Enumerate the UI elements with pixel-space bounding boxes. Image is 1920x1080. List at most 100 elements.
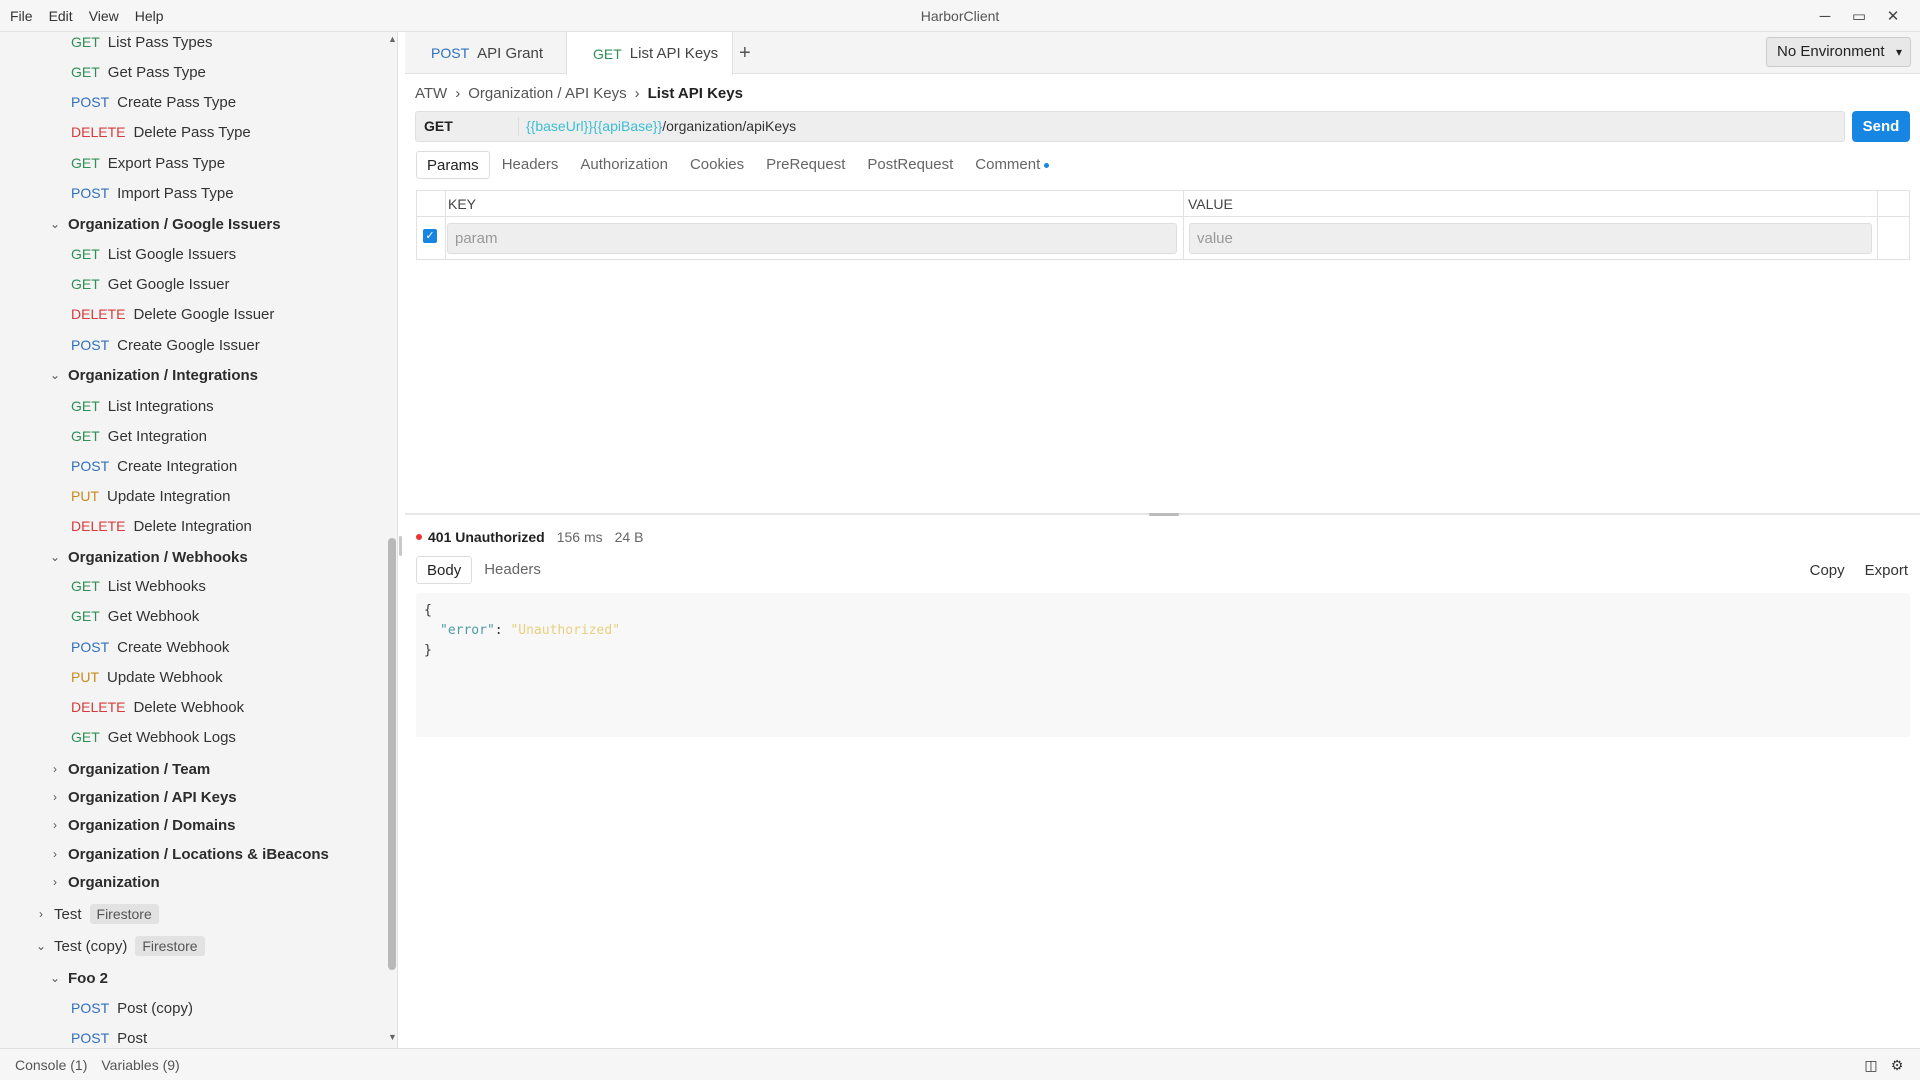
param-key-input[interactable]: param bbox=[447, 223, 1177, 254]
chevron-right-icon[interactable]: › bbox=[48, 790, 62, 804]
menu-file[interactable]: File bbox=[10, 8, 33, 24]
request-method: GET bbox=[71, 64, 100, 80]
collection-label: Test (copy) bbox=[54, 937, 128, 955]
breadcrumb-item[interactable]: ATW bbox=[415, 85, 447, 102]
response-body[interactable]: { "error": "Unauthorized" } bbox=[416, 593, 1910, 737]
console-button[interactable]: Console (1) bbox=[15, 1057, 87, 1073]
sidebar-folder-item[interactable]: ⌄ Organization / Integrations bbox=[48, 361, 258, 389]
pane-resize-handle[interactable] bbox=[1149, 513, 1179, 516]
variables-button[interactable]: Variables (9) bbox=[101, 1057, 179, 1073]
sidebar-resize-handle[interactable] bbox=[399, 536, 402, 556]
response-actions: Copy Export bbox=[1790, 556, 1908, 584]
copy-button[interactable]: Copy bbox=[1810, 562, 1845, 579]
sidebar-request-item[interactable]: POST Create Pass Type bbox=[71, 88, 236, 116]
menu-bar: File Edit View Help bbox=[10, 0, 180, 32]
sidebar-request-item[interactable]: PUT Update Integration bbox=[71, 482, 230, 510]
method-select[interactable]: GET bbox=[424, 112, 524, 141]
menu-help[interactable]: Help bbox=[135, 8, 164, 24]
request-label: Create Webhook bbox=[117, 638, 230, 656]
breadcrumb: ATW › Organization / API Keys › List API… bbox=[415, 82, 743, 104]
sidebar-folder-item[interactable]: › Organization bbox=[48, 868, 160, 896]
sidebar-request-item[interactable]: GET Get Google Issuer bbox=[71, 270, 230, 298]
minimize-icon[interactable]: ─ bbox=[1808, 8, 1842, 25]
folder-label: Organization / API Keys bbox=[68, 788, 237, 806]
sidebar-folder-item[interactable]: › Organization / API Keys bbox=[48, 783, 237, 811]
tab-postrequest[interactable]: PostRequest bbox=[857, 151, 963, 179]
tab-api-grant[interactable]: POST API Grant bbox=[405, 32, 565, 74]
divider bbox=[1183, 191, 1184, 259]
sidebar-folder-item[interactable]: ⌄ Organization / Webhooks bbox=[48, 543, 248, 571]
sidebar-folder-item[interactable]: › Organization / Locations & iBeacons bbox=[48, 840, 329, 868]
chevron-down-icon[interactable]: ⌄ bbox=[48, 971, 62, 985]
sidebar-request-item[interactable]: DELETE Delete Webhook bbox=[71, 693, 244, 721]
chevron-down-icon[interactable]: ⌄ bbox=[48, 550, 62, 564]
request-label: Get Webhook bbox=[107, 607, 200, 625]
tab-list-api-keys[interactable]: GET List API Keys bbox=[566, 32, 733, 75]
menu-edit[interactable]: Edit bbox=[49, 8, 73, 24]
chevron-right-icon[interactable]: › bbox=[48, 847, 62, 861]
sidebar-request-item[interactable]: POST Create Google Issuer bbox=[71, 331, 260, 359]
sidebar-collection-item[interactable]: ⌄ Test (copy) Firestore bbox=[34, 932, 205, 960]
sidebar-request-item[interactable]: POST Post (copy) bbox=[71, 994, 193, 1022]
sidebar-scroll-thumb[interactable] bbox=[388, 538, 396, 970]
chevron-right-icon[interactable]: › bbox=[34, 907, 48, 921]
request-label: Get Webhook Logs bbox=[107, 728, 236, 746]
sidebar-request-item[interactable]: GET Get Webhook bbox=[71, 602, 199, 630]
sidebar-folder-item[interactable]: › Organization / Team bbox=[48, 755, 210, 783]
tab-comment-label: Comment bbox=[975, 156, 1041, 173]
sidebar-collection-item[interactable]: › Test Firestore bbox=[34, 900, 159, 928]
tab-response-headers[interactable]: Headers bbox=[474, 556, 551, 584]
sidebar-request-item[interactable]: DELETE Delete Google Issuer bbox=[71, 300, 274, 328]
url-path: /organization/apiKeys bbox=[662, 118, 797, 134]
tab-prerequest[interactable]: PreRequest bbox=[756, 151, 855, 179]
tab-authorization[interactable]: Authorization bbox=[570, 151, 678, 179]
breadcrumb-item[interactable]: Organization / API Keys bbox=[468, 85, 626, 102]
sidebar-request-item[interactable]: GET Get Pass Type bbox=[71, 58, 206, 86]
tab-cookies[interactable]: Cookies bbox=[680, 151, 754, 179]
tab-headers[interactable]: Headers bbox=[492, 151, 569, 179]
sidebar-request-item[interactable]: GET List Integrations bbox=[71, 392, 214, 420]
sidebar-request-item[interactable]: POST Import Pass Type bbox=[71, 179, 234, 207]
tab-response-body[interactable]: Body bbox=[416, 556, 473, 584]
param-enabled-checkbox[interactable]: ✓ bbox=[423, 229, 437, 243]
sidebar-request-item[interactable]: GET Export Pass Type bbox=[71, 149, 225, 177]
chevron-down-icon[interactable]: ⌄ bbox=[48, 368, 62, 382]
sidebar-request-item[interactable]: GET List Google Issuers bbox=[71, 240, 236, 268]
sidebar-request-item[interactable]: DELETE Delete Integration bbox=[71, 512, 252, 540]
chevron-right-icon[interactable]: › bbox=[48, 762, 62, 776]
url-input[interactable]: {{baseUrl}}{{apiBase}}/organization/apiK… bbox=[526, 112, 796, 141]
request-method: POST bbox=[71, 458, 110, 474]
close-icon[interactable]: ✕ bbox=[1876, 7, 1910, 25]
chevron-down-icon[interactable]: ⌄ bbox=[34, 939, 48, 953]
sidebar-request-item[interactable]: PUT Update Webhook bbox=[71, 663, 223, 691]
send-button[interactable]: Send bbox=[1852, 111, 1910, 142]
menu-view[interactable]: View bbox=[89, 8, 119, 24]
tab-params[interactable]: Params bbox=[416, 151, 490, 179]
sidebar-request-item[interactable]: GET Get Integration bbox=[71, 422, 207, 450]
tab-comment[interactable]: Comment bbox=[965, 151, 1059, 179]
request-label: Create Integration bbox=[117, 457, 238, 475]
sidebar-request-item[interactable]: GET Get Webhook Logs bbox=[71, 723, 236, 751]
sidebar-folder-item[interactable]: › Organization / Domains bbox=[48, 811, 236, 839]
layout-toggle-icon[interactable]: ◫ bbox=[1858, 1057, 1884, 1074]
scroll-up-icon[interactable]: ▲ bbox=[388, 34, 397, 44]
maximize-icon[interactable]: ▭ bbox=[1842, 7, 1876, 25]
param-value-input[interactable]: value bbox=[1189, 223, 1872, 254]
scroll-down-icon[interactable]: ▼ bbox=[388, 1032, 397, 1042]
environment-select[interactable]: No Environment ▾ bbox=[1766, 37, 1911, 67]
chevron-right-icon[interactable]: › bbox=[48, 818, 62, 832]
settings-gear-icon[interactable]: ⚙ bbox=[1884, 1057, 1910, 1074]
sidebar-request-item[interactable]: POST Post bbox=[71, 1024, 147, 1048]
sidebar-request-item[interactable]: POST Create Webhook bbox=[71, 633, 229, 661]
sidebar-request-item[interactable]: GET List Pass Types bbox=[71, 32, 213, 56]
sidebar-request-item[interactable]: GET List Webhooks bbox=[71, 572, 206, 600]
json-colon: : bbox=[494, 623, 511, 638]
sidebar-request-item[interactable]: POST Create Integration bbox=[71, 452, 237, 480]
export-button[interactable]: Export bbox=[1865, 562, 1908, 579]
sidebar-request-item[interactable]: DELETE Delete Pass Type bbox=[71, 118, 251, 146]
sidebar-folder-item[interactable]: ⌄ Organization / Google Issuers bbox=[48, 210, 281, 238]
chevron-right-icon[interactable]: › bbox=[48, 875, 62, 889]
add-tab-icon[interactable]: + bbox=[739, 32, 751, 74]
sidebar-folder-item[interactable]: ⌄ Foo 2 bbox=[48, 964, 108, 992]
chevron-down-icon[interactable]: ⌄ bbox=[48, 217, 62, 231]
